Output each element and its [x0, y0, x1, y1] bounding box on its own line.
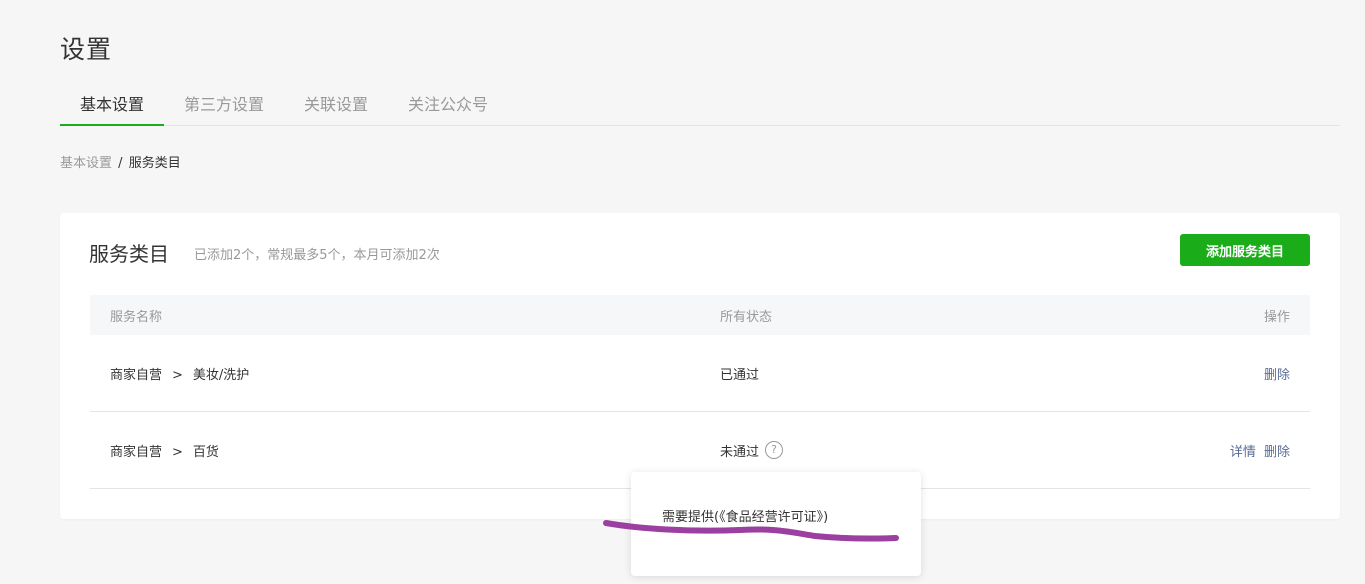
- header-action: 操作: [1263, 309, 1290, 325]
- header-status-filter[interactable]: 所有状态: [720, 306, 1150, 325]
- service-category-table: 服务名称 所有状态 操作 商家自营 > 美妆/洗护 已通过 删除 商家自营 > 百货: [90, 295, 1310, 489]
- card-title: 服务类目: [89, 242, 169, 266]
- action-cell: 详情 删除: [1150, 441, 1310, 460]
- breadcrumb-parent-link[interactable]: 基本设置: [60, 156, 112, 171]
- question-icon[interactable]: ?: [765, 441, 784, 459]
- tab-third-party-settings[interactable]: 第三方设置: [164, 88, 284, 126]
- subcategory-label: 百货: [192, 444, 219, 460]
- tab-linked-settings[interactable]: 关联设置: [284, 88, 388, 126]
- settings-page: 设置 基本设置 第三方设置 关联设置 关注公众号 基本设置 / 服务类目 服务类…: [0, 0, 1365, 584]
- table-row: 商家自营 > 美妆/洗护 已通过 删除: [90, 335, 1310, 412]
- subcategory-label: 美妆/洗护: [192, 367, 250, 383]
- delete-link[interactable]: 删除: [1264, 445, 1290, 460]
- delete-link[interactable]: 删除: [1264, 368, 1290, 383]
- header-service-name: 服务名称: [110, 309, 163, 325]
- category-label: 商家自营: [110, 367, 163, 383]
- tab-follow-official-account[interactable]: 关注公众号: [388, 88, 508, 126]
- tab-basic-settings[interactable]: 基本设置: [60, 88, 165, 126]
- breadcrumb-current: 服务类目: [128, 156, 181, 171]
- category-label: 商家自营: [110, 444, 163, 460]
- status-cell: 已通过: [720, 364, 1150, 383]
- page-title: 设置: [60, 35, 113, 64]
- category-arrow: >: [172, 367, 183, 383]
- status-text: 已通过: [720, 367, 760, 383]
- tab-bar: 基本设置 第三方设置 关联设置 关注公众号: [60, 88, 1340, 126]
- service-name-cell: 商家自营 > 百货: [90, 441, 720, 460]
- breadcrumb: 基本设置 / 服务类目: [60, 152, 181, 171]
- detail-link[interactable]: 详情: [1230, 445, 1256, 460]
- breadcrumb-separator: /: [118, 156, 123, 171]
- add-service-category-button[interactable]: 添加服务类目: [1180, 234, 1310, 266]
- action-cell: 删除: [1150, 364, 1310, 383]
- category-arrow: >: [172, 444, 183, 460]
- card-subtitle: 已添加2个，常规最多5个，本月可添加2次: [194, 248, 440, 263]
- annotation-underline: [603, 520, 899, 542]
- status-text: 未通过: [720, 444, 760, 460]
- service-name-cell: 商家自营 > 美妆/洗护: [90, 364, 720, 383]
- table-header: 服务名称 所有状态 操作: [90, 295, 1310, 335]
- status-cell: 未通过 ?: [720, 441, 1150, 460]
